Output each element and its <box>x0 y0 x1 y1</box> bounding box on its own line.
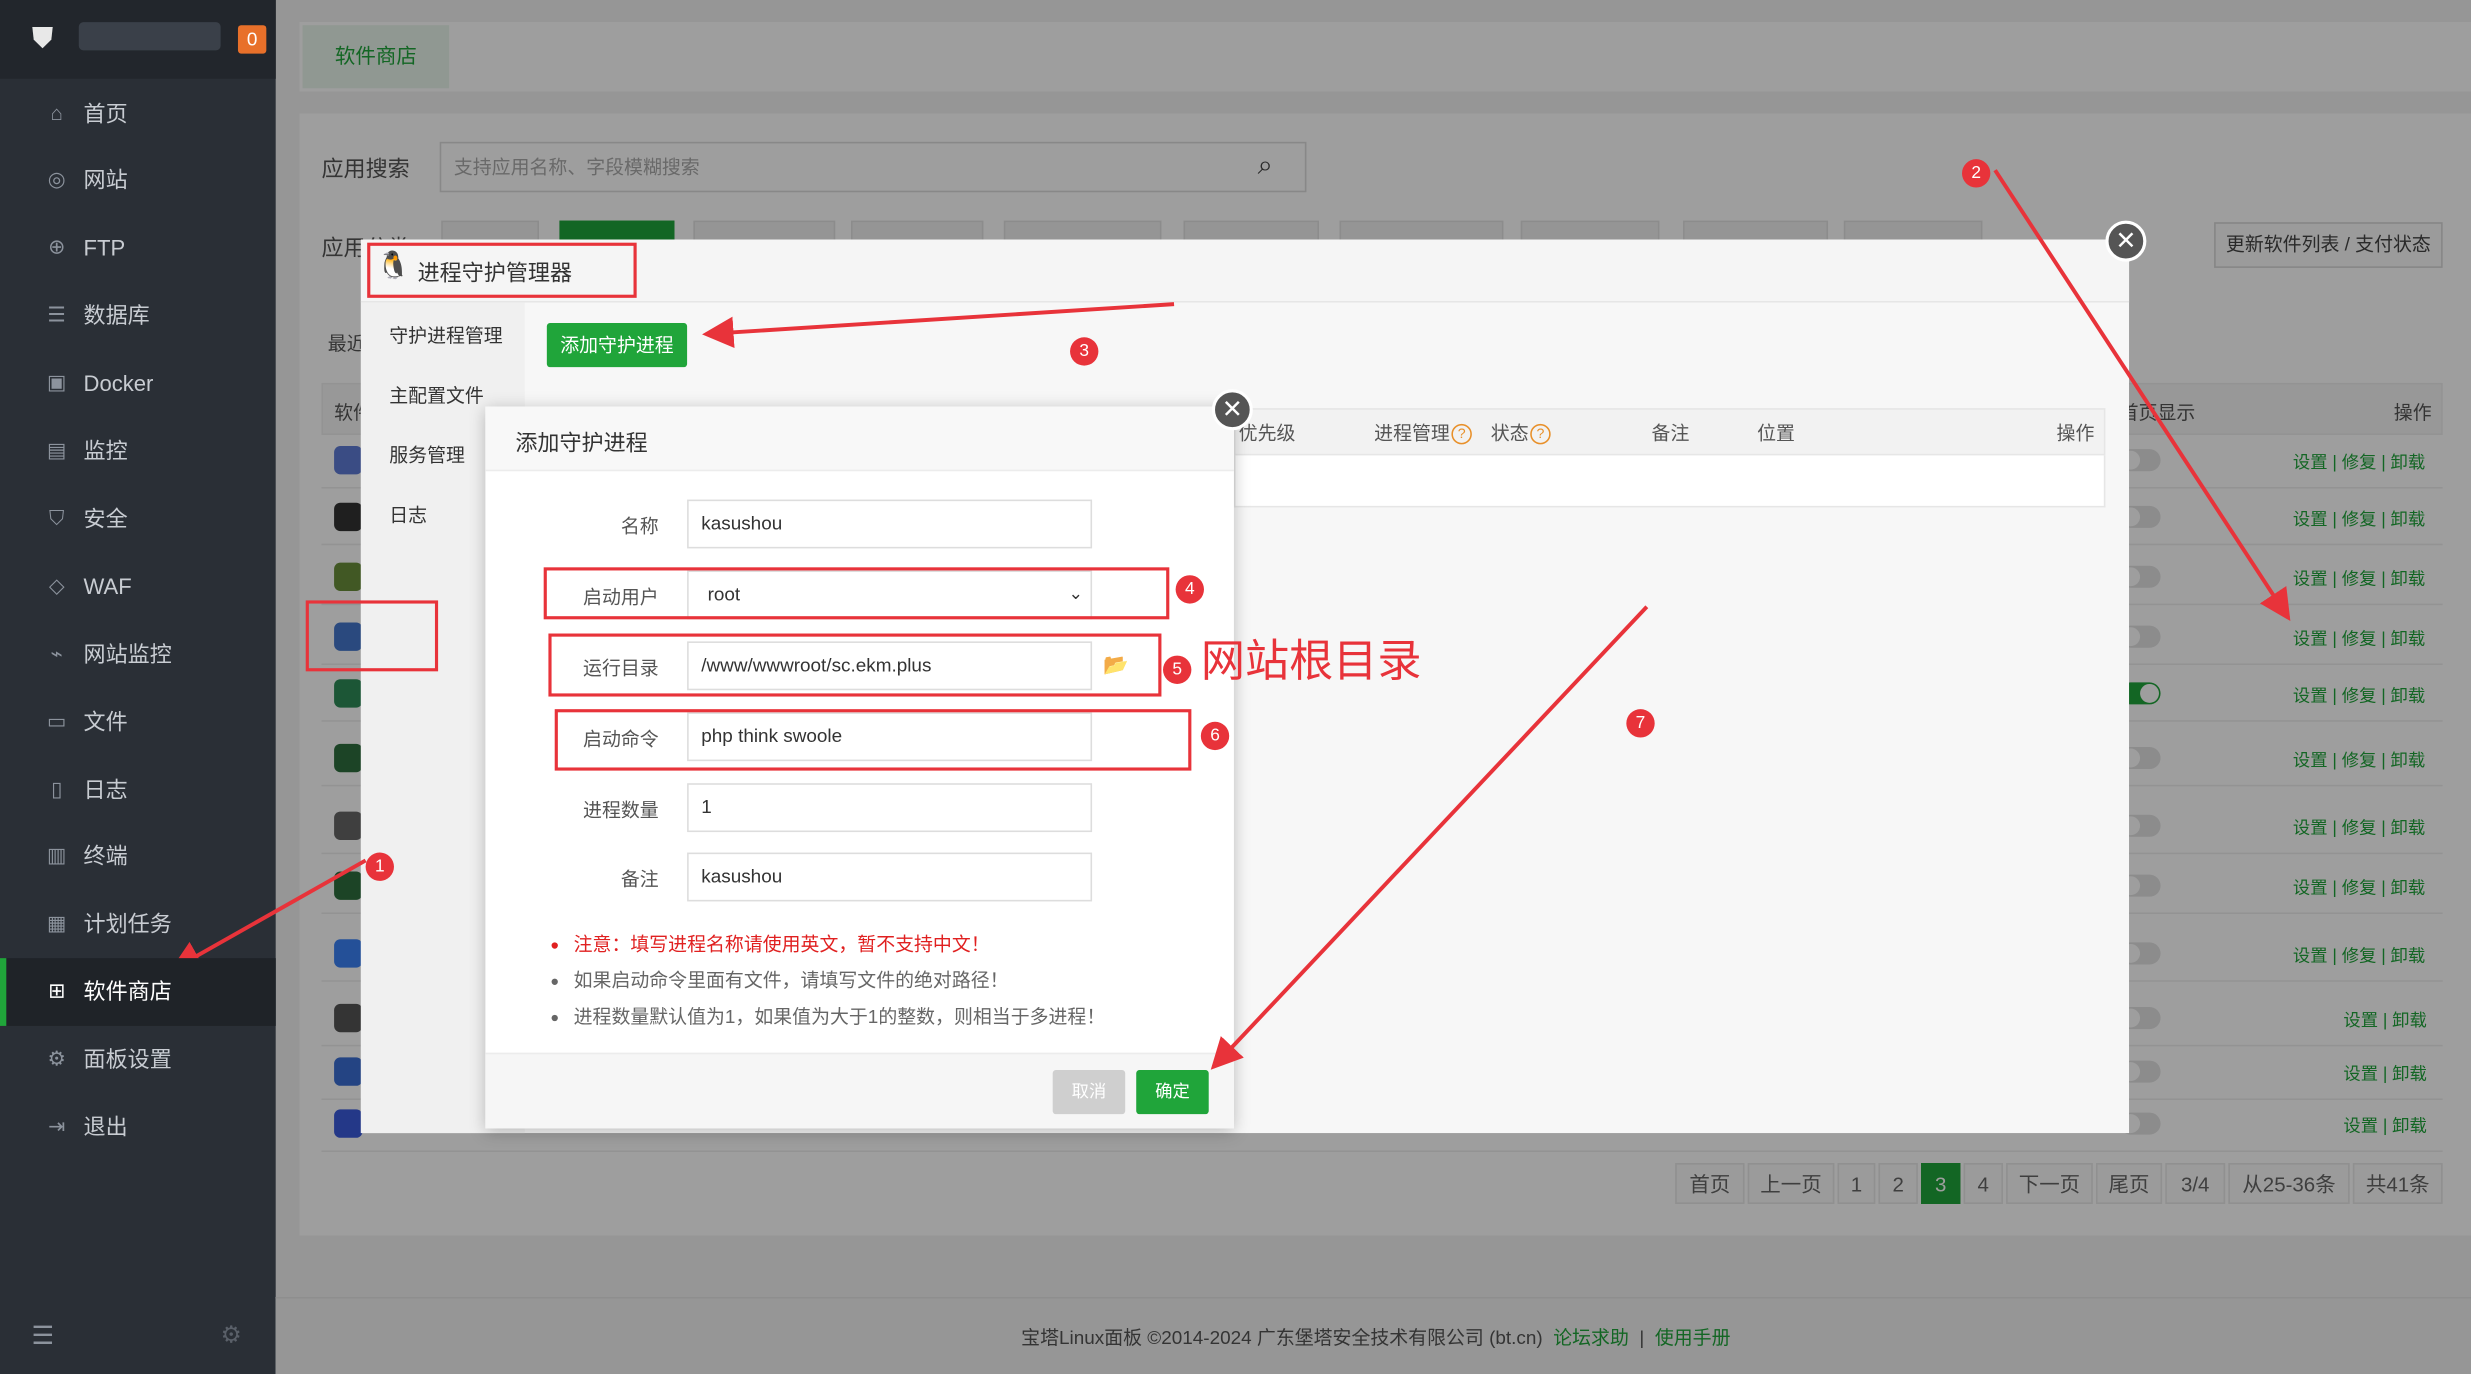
sidebar-item-database[interactable]: ☰ 数据库 <box>0 282 276 350</box>
nav-main-config[interactable]: 主配置文件 <box>389 381 484 408</box>
sidebar-item-terminal[interactable]: ▥ 终端 <box>0 822 276 890</box>
theme-gear-icon[interactable]: ⚙ <box>221 1321 242 1349</box>
waf-icon: ◇ <box>48 573 65 597</box>
name-input[interactable]: kasushou <box>687 499 1093 549</box>
close-icon[interactable]: ✕ <box>1211 389 1253 431</box>
column-process-management: 进程管理? <box>1374 419 1472 446</box>
log-icon: ▯ <box>51 776 63 800</box>
add-daemon-title: 添加守护进程 <box>515 430 648 456</box>
cancel-button[interactable]: 取消 <box>1052 1070 1126 1115</box>
sidebar-item-label: 退出 <box>83 1114 128 1140</box>
terminal-icon: ▥ <box>47 843 67 868</box>
apps-icon: ⊞ <box>48 978 66 1003</box>
sidebar-item-log[interactable]: ▯ 日志 <box>0 755 276 823</box>
nav-service-management[interactable]: 服务管理 <box>389 441 465 468</box>
column-ops: 操作 <box>2056 422 2095 445</box>
name-label: 名称 <box>620 515 659 538</box>
note-item: 进程数量默认值为1，如果值为大于1的整数，则相当于多进程！ <box>551 1002 1106 1029</box>
shield-icon: ⛉ <box>49 505 65 530</box>
sidebar-item-label: 网站 <box>83 167 128 193</box>
sidebar-item-label: FTP <box>83 235 126 261</box>
collapse-menu-icon[interactable]: ☰ <box>32 1321 55 1353</box>
logout-icon: ⇥ <box>48 1114 66 1138</box>
globe-icon: ◎ <box>47 167 66 192</box>
note-warning-text: 注意：填写进程名称请使用英文，暂不支持中文！ <box>573 932 990 955</box>
note-warning: 注意：填写进程名称请使用英文，暂不支持中文！ <box>551 930 990 957</box>
nav-daemon-management[interactable]: 守护进程管理 <box>389 321 502 348</box>
database-icon: ☰ <box>47 302 66 327</box>
annotation-box-app <box>305 600 439 672</box>
notification-badge[interactable]: 0 <box>237 25 267 54</box>
close-icon[interactable]: ✕ <box>2105 220 2147 262</box>
remark-input[interactable]: kasushou <box>687 852 1093 902</box>
sidebar-item-label: 计划任务 <box>83 911 172 937</box>
note-text: 如果启动命令里面有文件，请填写文件的绝对路径！ <box>573 969 1009 992</box>
sidebar-item-calendar[interactable]: ▦ 计划任务 <box>0 890 276 958</box>
annotation-number-2: 2 <box>1961 159 1991 188</box>
note-item: 如果启动命令里面有文件，请填写文件的绝对路径！ <box>551 966 1009 993</box>
remark-label: 备注 <box>620 868 659 891</box>
annotation-number-7: 7 <box>1626 709 1655 738</box>
help-icon[interactable]: ? <box>1530 424 1551 445</box>
annotation-number-3: 3 <box>1070 337 1099 366</box>
sidebar-item-label: 文件 <box>83 708 128 734</box>
settings-icon: ⚙ <box>47 1046 66 1071</box>
monitor-icon: ▤ <box>47 438 67 462</box>
calendar-icon: ▦ <box>47 911 67 935</box>
sidebar-item-label: 软件商店 <box>83 978 172 1005</box>
annotation-box-command <box>554 709 1192 771</box>
sidebar-item-shield[interactable]: ⛉ 安全 <box>0 484 276 552</box>
annotation-number-6: 6 <box>1200 721 1230 751</box>
annotation-number-1: 1 <box>365 852 394 881</box>
sidebar-item-apps[interactable]: ⊞ 软件商店 <box>0 957 276 1026</box>
sidebar-item-label: 监控 <box>83 438 128 464</box>
annotation-number-4: 4 <box>1175 575 1204 604</box>
annotation-number-5: 5 <box>1163 655 1192 684</box>
sidebar-item-globe[interactable]: ◎ 网站 <box>0 146 276 214</box>
sidebar-item-label: 日志 <box>83 776 128 802</box>
logo-icon: ⛊ <box>31 22 54 54</box>
ftp-icon: ⊕ <box>48 235 66 259</box>
sidebar-item-waf[interactable]: ◇ WAF <box>0 552 276 620</box>
annotation-box-title <box>367 242 637 298</box>
sidebar-item-home[interactable]: ⌂ 首页 <box>0 79 276 147</box>
sidebar-item-docker[interactable]: ▣ Docker <box>0 349 276 417</box>
sidebar-item-chart[interactable]: ⌁ 网站监控 <box>0 620 276 688</box>
confirm-button[interactable]: 确定 <box>1136 1070 1209 1115</box>
docker-icon: ▣ <box>47 370 67 395</box>
sidebar-item-folder[interactable]: ▭ 文件 <box>0 687 276 755</box>
annotation-box-dir <box>548 633 1162 697</box>
sidebar-item-label: 终端 <box>83 843 128 869</box>
process-count-input[interactable]: 1 <box>687 783 1093 833</box>
annotation-site-root: 网站根目录 <box>1200 636 1422 686</box>
column-status-label: 状态 <box>1490 422 1529 445</box>
help-icon[interactable]: ? <box>1451 424 1472 445</box>
annotation-box-user <box>543 567 1170 620</box>
note-text: 进程数量默认值为1，如果值为大于1的整数，则相当于多进程！ <box>573 1005 1106 1028</box>
nav-logs[interactable]: 日志 <box>389 501 427 528</box>
column-location: 位置 <box>1757 422 1795 445</box>
sidebar-item-label: Docker <box>83 370 154 396</box>
sidebar-item-label: 安全 <box>83 505 128 531</box>
home-icon: ⌂ <box>50 100 63 125</box>
sidebar-item-label: WAF <box>83 573 132 599</box>
folder-icon: ▭ <box>47 708 67 733</box>
chart-icon: ⌁ <box>50 640 63 665</box>
sidebar-item-monitor[interactable]: ▤ 监控 <box>0 417 276 485</box>
column-remark: 备注 <box>1651 422 1690 445</box>
sidebar-item-label: 数据库 <box>83 302 150 329</box>
sidebar-item-label: 首页 <box>83 100 128 126</box>
sidebar-item-label: 网站监控 <box>83 640 172 667</box>
sidebar-item-settings[interactable]: ⚙ 面板设置 <box>0 1025 276 1093</box>
column-status: 状态? <box>1491 419 1551 446</box>
server-name-blurred <box>78 22 221 51</box>
column-process-management-label: 进程管理 <box>1374 422 1450 445</box>
sidebar-item-label: 面板设置 <box>83 1046 172 1072</box>
sidebar-item-ftp[interactable]: ⊕ FTP <box>0 214 276 282</box>
process-count-label: 进程数量 <box>583 798 659 822</box>
add-daemon-button[interactable]: 添加守护进程 <box>546 323 688 368</box>
sidebar-item-logout[interactable]: ⇥ 退出 <box>0 1093 276 1161</box>
process-table-body <box>1233 455 2106 508</box>
